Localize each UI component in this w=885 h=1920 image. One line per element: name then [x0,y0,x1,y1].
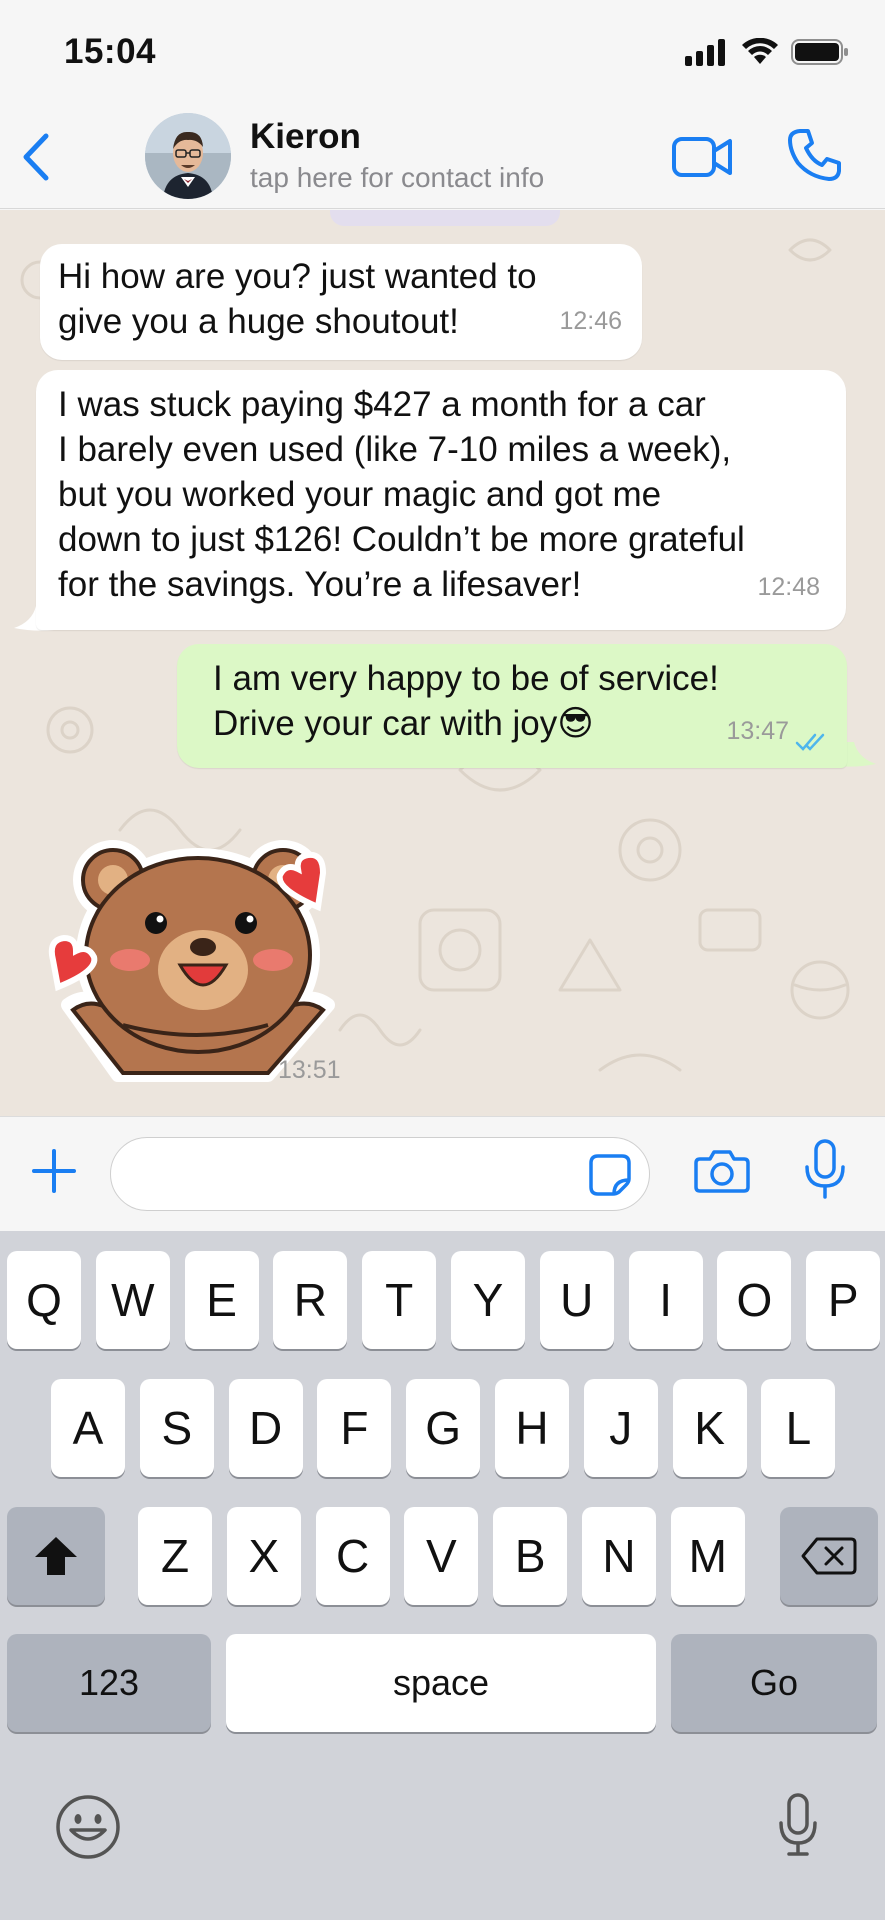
voice-message-button[interactable] [800,1139,850,1201]
status-bar: 15:04 [0,0,885,105]
wifi-icon [742,38,778,64]
bear-sticker[interactable] [18,805,358,1095]
video-call-button[interactable] [672,133,734,181]
message-bubble-incoming[interactable]: I was stuck paying $427 a month for a ca… [36,370,846,630]
keyboard: 123 space Go QWERTYUIOP ASDFGHJKL ZXCVBNM [0,1231,885,1920]
key-k[interactable]: K [672,1379,747,1477]
microphone-icon [805,1139,845,1199]
key-g[interactable]: G [406,1379,481,1477]
key-r[interactable]: R [273,1251,348,1349]
message-text: I was stuck paying $427 a month for a ca… [58,385,745,604]
message-input[interactable] [111,1138,649,1210]
key-i[interactable]: I [628,1251,703,1349]
sticker-button[interactable] [588,1153,632,1197]
message-time: 13:51 [278,1056,341,1084]
contact-name[interactable]: Kieron [250,117,361,157]
shift-icon [35,1537,77,1575]
back-button[interactable] [14,127,58,187]
message-bubble-incoming[interactable]: Hi how are you? just wanted to give you … [40,244,642,360]
video-camera-icon [672,137,732,177]
key-s[interactable]: S [139,1379,214,1477]
key-e[interactable]: E [184,1251,259,1349]
phone-icon [788,129,841,181]
key-w[interactable]: W [95,1251,170,1349]
chat-header: Kieron tap here for contact info [0,105,885,209]
camera-button[interactable] [694,1147,750,1195]
backspace-key[interactable] [780,1507,878,1605]
message-text: Hi how are you? just wanted to give you … [58,257,537,341]
key-f[interactable]: F [317,1379,392,1477]
attach-button[interactable] [30,1147,78,1195]
camera-icon [694,1150,750,1193]
space-key[interactable]: space [226,1634,656,1732]
battery-icon [791,39,848,65]
key-a[interactable]: A [51,1379,125,1477]
date-pill [330,210,560,226]
key-h[interactable]: H [495,1379,569,1477]
status-time: 15:04 [64,32,157,71]
key-b[interactable]: B [493,1507,568,1605]
sticker-icon [589,1154,631,1196]
key-c[interactable]: C [315,1507,390,1605]
key-d[interactable]: D [228,1379,303,1477]
numbers-key[interactable]: 123 [7,1634,211,1732]
chevron-left-icon [23,133,49,181]
key-j[interactable]: J [583,1379,658,1477]
go-key[interactable]: Go [671,1634,877,1732]
contact-avatar[interactable] [145,113,231,199]
message-text: I am very happy to be of service! Drive … [213,656,811,746]
key-v[interactable]: V [404,1507,479,1605]
cellular-signal-icon [685,39,725,66]
key-z[interactable]: Z [138,1507,212,1605]
shift-key[interactable] [7,1507,105,1605]
microphone-icon [779,1793,817,1856]
voice-call-button[interactable] [786,127,842,183]
sunglasses-emoji: 😎 [557,704,594,743]
key-n[interactable]: N [582,1507,656,1605]
key-t[interactable]: T [362,1251,437,1349]
message-bubble-outgoing[interactable]: I am very happy to be of service! Drive … [177,644,847,768]
emoji-icon [56,1795,120,1859]
key-o[interactable]: O [717,1251,792,1349]
plus-icon [32,1149,76,1193]
key-l[interactable]: L [761,1379,836,1477]
key-x[interactable]: X [226,1507,301,1605]
message-time: 13:47 [726,717,789,745]
contact-info-hint[interactable]: tap here for contact info [250,162,544,194]
key-q[interactable]: Q [7,1251,81,1349]
read-receipt-icon [795,733,825,751]
message-field[interactable] [110,1137,650,1211]
key-m[interactable]: M [670,1507,745,1605]
message-time: 12:46 [559,307,622,335]
backspace-icon [801,1537,857,1575]
key-u[interactable]: U [539,1251,614,1349]
key-p[interactable]: P [806,1251,881,1349]
dictation-button[interactable] [770,1787,826,1863]
message-input-bar [0,1116,885,1231]
message-text-content: I am very happy to be of service! Drive … [213,659,719,743]
status-icons [685,38,849,66]
avatar-photo [145,113,231,199]
key-y[interactable]: Y [451,1251,525,1349]
chat-area[interactable]: Hi how are you? just wanted to give you … [0,210,885,1116]
message-time: 12:48 [757,573,820,601]
emoji-button[interactable] [52,1791,124,1863]
